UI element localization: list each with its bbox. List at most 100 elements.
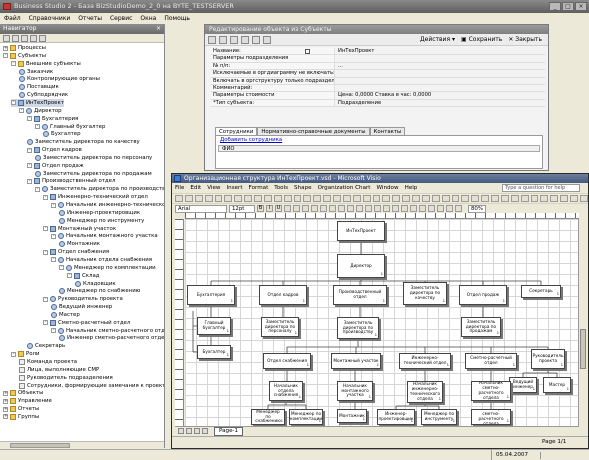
tree-node[interactable]: Мастер: [51, 311, 80, 319]
expand-icon[interactable]: +: [3, 390, 8, 396]
pencil-tool-icon[interactable]: [372, 195, 381, 202]
collapse-icon[interactable]: -: [51, 328, 56, 334]
tree-node[interactable]: Секретарь: [27, 342, 65, 350]
collapse-icon[interactable]: -: [27, 178, 32, 184]
org-chart-down-icon[interactable]: [428, 205, 435, 212]
tree-node[interactable]: Менеджер по снабжению: [59, 287, 140, 295]
next-page-icon[interactable]: [194, 428, 200, 434]
visio-menu-item[interactable]: Window: [377, 183, 399, 193]
print-icon[interactable]: [219, 35, 227, 44]
org-chart-shape[interactable]: Главный бухгалтер 1: [197, 317, 231, 335]
collapse-icon[interactable]: -: [51, 257, 56, 263]
property-value[interactable]: [335, 55, 545, 61]
tree-node[interactable]: - Начальник монтажного участка: [51, 232, 158, 240]
tree-node[interactable]: - Начальник инженерно-технического от: [51, 201, 164, 209]
tree-node[interactable]: - Главный бухгалтер: [35, 123, 105, 131]
tree-node[interactable]: + Процессы: [3, 44, 46, 52]
visio-menu-item[interactable]: Insert: [227, 183, 243, 193]
scroll-thumb[interactable]: [580, 329, 586, 369]
visio-menu-item[interactable]: Shape: [294, 183, 312, 193]
collapse-icon[interactable]: -: [43, 226, 48, 232]
tree-node[interactable]: - Внешние субъекты: [11, 60, 81, 68]
connector-tool-icon[interactable]: [303, 195, 312, 202]
drawing-canvas[interactable]: ИнТехПроект Директор 1 Бухгалтерия 1 Отдел ка…: [185, 219, 579, 426]
tree-node[interactable]: - Роли: [11, 350, 40, 358]
horizontal-scrollbar[interactable]: [0, 441, 164, 448]
org-chart-shape[interactable]: Заместитель директора по продажам 1: [461, 317, 501, 337]
property-row[interactable]: Включать в оргструктуру только подраздел…: [211, 49, 545, 85]
group-icon[interactable]: [431, 195, 440, 202]
tree-node[interactable]: - ИнТехПроект: [11, 98, 64, 107]
close-button[interactable]: ✕ Закрыть: [508, 36, 542, 44]
collapse-icon[interactable]: -: [59, 265, 64, 271]
expand-icon[interactable]: +: [3, 45, 8, 51]
glue-icon[interactable]: [540, 195, 549, 202]
redo-icon[interactable]: [283, 195, 292, 202]
tree-node[interactable]: + Группы: [3, 413, 39, 421]
refresh-icon[interactable]: [39, 35, 46, 42]
property-value[interactable]: ИнТехПроект: [335, 48, 545, 54]
property-value[interactable]: [335, 70, 545, 76]
grid-icon[interactable]: [510, 195, 519, 202]
org-chart-shape[interactable]: Отдел продаж 1: [459, 285, 507, 305]
bring-front-icon[interactable]: [441, 195, 450, 202]
prev-page-icon[interactable]: [186, 428, 192, 434]
org-chart-space-icon[interactable]: [419, 205, 426, 212]
menu-item[interactable]: Файл: [4, 13, 21, 24]
tree-node[interactable]: Заместитель директора по продажам: [35, 170, 152, 178]
cut-icon[interactable]: [234, 195, 243, 202]
tree-node[interactable]: Лица, выполняющие СМР: [19, 366, 99, 374]
line-ends-icon[interactable]: [356, 205, 363, 212]
org-chart-shape[interactable]: Сметно-расчетный отдел 1: [465, 353, 517, 369]
menu-item[interactable]: Сервис: [110, 13, 132, 24]
help-search-input[interactable]: Type a question for help: [502, 184, 580, 192]
collapse-icon[interactable]: -: [19, 108, 24, 114]
tree-node[interactable]: - Начальник отдела снабжения: [51, 256, 152, 264]
shadow-icon[interactable]: [365, 205, 372, 212]
line-weight-icon[interactable]: [338, 205, 345, 212]
tree-node[interactable]: Субподрядчик: [19, 91, 68, 99]
zoom-select[interactable]: 80%: [468, 204, 486, 213]
underline-icon[interactable]: U: [275, 205, 282, 212]
visio-menu-item[interactable]: File: [175, 183, 184, 193]
org-chart-shape[interactable]: Директор 1: [337, 254, 385, 278]
property-value[interactable]: Подразделение: [335, 100, 545, 106]
fill-color-icon[interactable]: [329, 205, 336, 212]
org-chart-side-icon[interactable]: [446, 205, 453, 212]
align-left-icon[interactable]: [284, 205, 291, 212]
menu-item[interactable]: Отчеты: [78, 13, 102, 24]
maximize-icon[interactable]: □: [562, 2, 574, 11]
collapse-icon[interactable]: -: [11, 61, 16, 67]
visio-menu-item[interactable]: View: [207, 183, 220, 193]
org-chart-up-icon[interactable]: [437, 205, 444, 212]
org-chart-shape[interactable]: Инженер-проектировщик 1: [377, 409, 415, 425]
property-row[interactable]: № п/п:...: [211, 62, 545, 71]
collapse-icon[interactable]: -: [43, 194, 48, 200]
org-chart-shape[interactable]: Секретарь 1: [521, 285, 561, 298]
shapes-icon[interactable]: [342, 195, 351, 202]
line-tool-icon[interactable]: [323, 195, 331, 202]
org-chart-sync-icon[interactable]: [410, 205, 417, 212]
text-tool-icon[interactable]: [313, 195, 322, 202]
tree-node[interactable]: - Сметно-расчетный отдел: [43, 319, 130, 327]
stamp-tool-icon[interactable]: [382, 195, 391, 202]
tree-node[interactable]: - Отдел кадров: [27, 146, 82, 154]
bold-icon[interactable]: B: [257, 205, 264, 212]
tree-node[interactable]: Заместитель директора по персоналу: [35, 154, 152, 162]
hyperlink-icon[interactable]: [481, 195, 489, 202]
align-icon[interactable]: [412, 195, 420, 202]
spellcheck-icon[interactable]: [224, 195, 233, 202]
last-page-icon[interactable]: [202, 428, 208, 434]
org-chart-shape[interactable]: Отдел кадров 1: [259, 285, 307, 305]
report-icon[interactable]: [241, 35, 249, 44]
collapse-icon[interactable]: [12, 35, 19, 42]
org-chart-shape[interactable]: Бухгалтерия 1: [187, 285, 235, 305]
collapse-icon[interactable]: -: [43, 296, 48, 302]
save-icon[interactable]: [194, 195, 203, 202]
tree-node[interactable]: - Руководитель проекта: [43, 295, 123, 303]
tree-node[interactable]: - Бухгалтерия: [27, 115, 78, 123]
zoom-in-icon[interactable]: [570, 195, 578, 202]
diagram-icon[interactable]: [252, 35, 260, 44]
line-pattern-icon[interactable]: [347, 205, 354, 212]
preview-icon[interactable]: [214, 195, 223, 202]
